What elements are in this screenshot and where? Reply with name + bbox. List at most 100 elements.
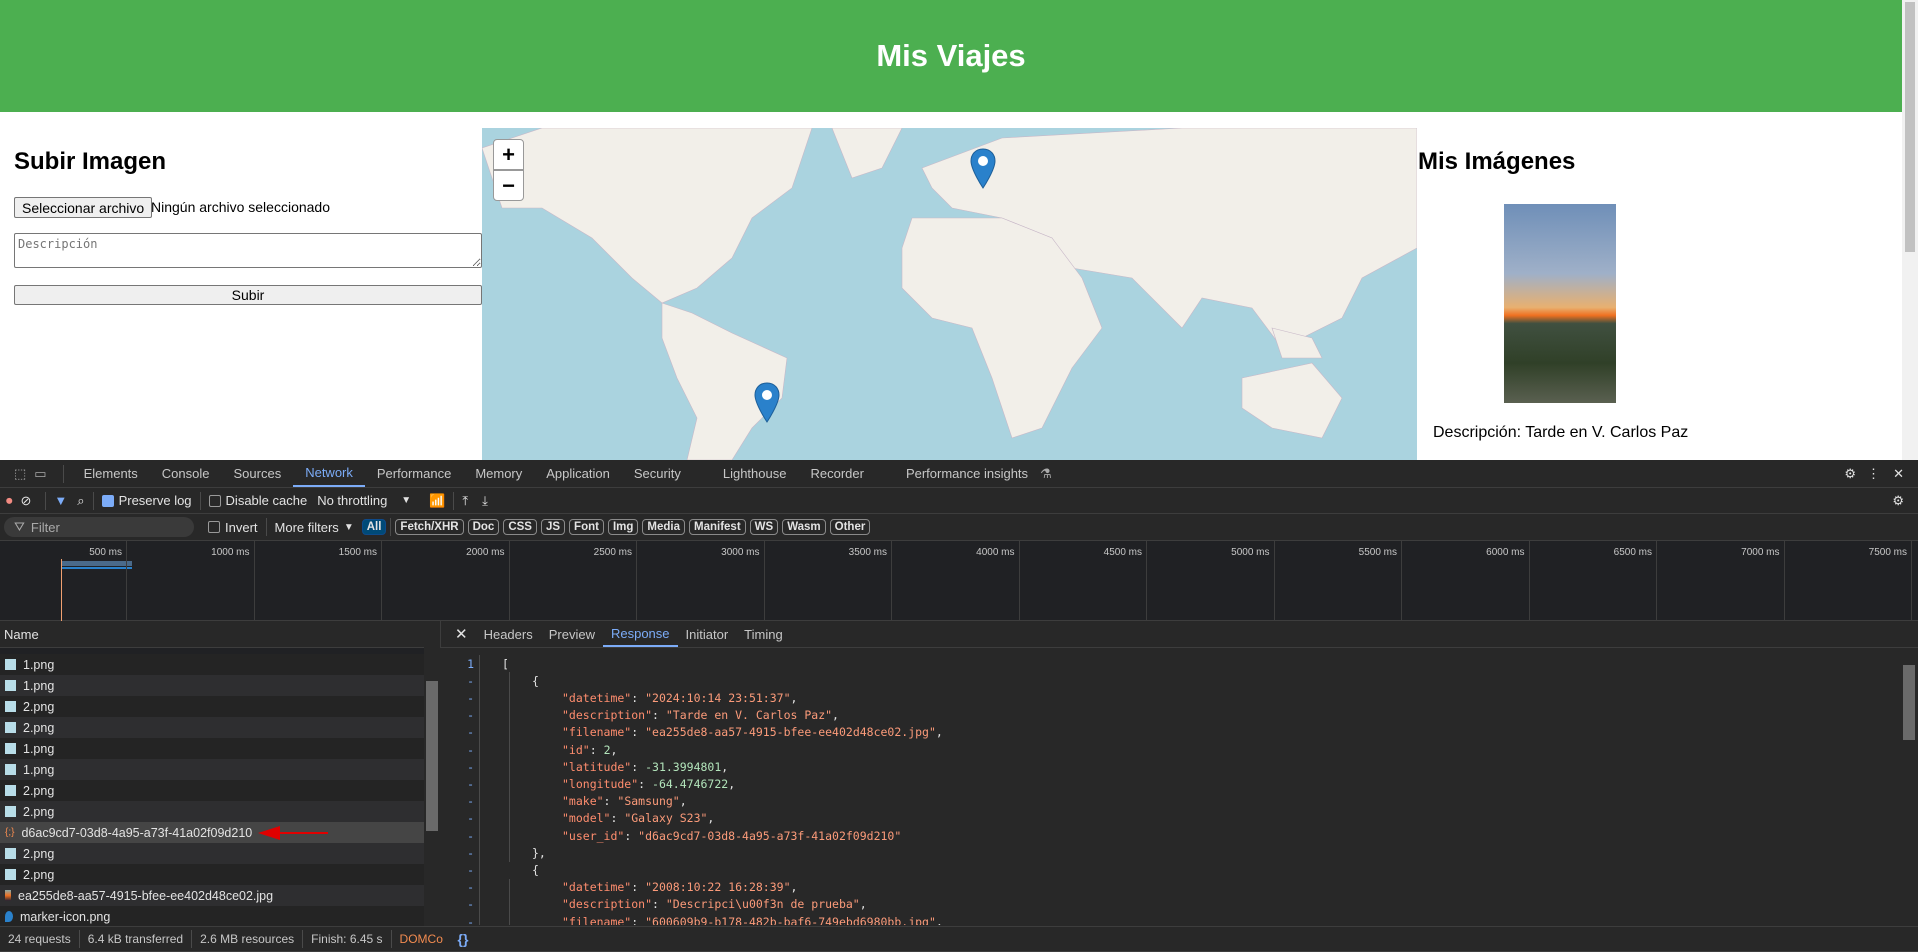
zoom-in-button[interactable]: + bbox=[493, 139, 524, 170]
tab-security[interactable]: Security bbox=[622, 460, 693, 487]
json-end: , bbox=[790, 690, 798, 705]
response-line: - "id": 2, bbox=[440, 741, 617, 758]
settings-icon[interactable]: ⚙ bbox=[1844, 466, 1856, 482]
devtools-panel: ⬚ ▭ Elements Console Sources Network Per… bbox=[0, 460, 1918, 952]
json-colon: : bbox=[631, 690, 646, 705]
filter-input[interactable]: ⛛ Filter bbox=[4, 517, 194, 537]
tab-memory[interactable]: Memory bbox=[463, 460, 534, 487]
response-viewer[interactable]: 1[-{- "datetime": "2024:10:14 23:51:37", -… bbox=[0, 655, 1918, 925]
clear-icon[interactable]: ⊘ bbox=[21, 493, 32, 509]
tab-application[interactable]: Application bbox=[534, 460, 622, 487]
map-marker-icon[interactable] bbox=[754, 382, 780, 424]
tab-recorder[interactable]: Recorder bbox=[798, 460, 875, 487]
indent-guide bbox=[509, 672, 510, 862]
export-har-icon[interactable]: ⤓ bbox=[482, 493, 488, 509]
timeline-gridline bbox=[1146, 541, 1147, 621]
page-title: Mis Viajes bbox=[876, 38, 1026, 73]
tab-lighthouse[interactable]: Lighthouse bbox=[711, 460, 799, 487]
name-column-header[interactable]: Name bbox=[0, 621, 424, 648]
network-settings-icon[interactable]: ⚙ bbox=[1892, 493, 1904, 509]
response-line: - "longitude": -64.4746722, bbox=[440, 775, 735, 792]
json-end: , bbox=[832, 708, 839, 723]
tab-sources[interactable]: Sources bbox=[222, 460, 294, 487]
type-filter-other[interactable]: Other bbox=[829, 519, 871, 535]
network-overview-timeline[interactable]: 500 ms 1000 ms 1500 ms 2000 ms 2500 ms 3000 m… bbox=[0, 541, 1918, 621]
json-colon: : bbox=[638, 776, 653, 791]
type-filter-img[interactable]: Img bbox=[607, 519, 639, 535]
description-input[interactable] bbox=[14, 233, 482, 268]
tab-elements[interactable]: Elements bbox=[72, 460, 150, 487]
line-number: - bbox=[467, 828, 474, 843]
preserve-log-checkbox[interactable] bbox=[101, 494, 114, 507]
timeline-gridline bbox=[636, 541, 637, 621]
type-filter-media[interactable]: Media bbox=[642, 519, 685, 535]
line-number: - bbox=[467, 690, 474, 705]
json-val: -64.4746722 bbox=[652, 776, 729, 791]
type-filter-fetch-xhr[interactable]: Fetch/XHR bbox=[395, 519, 464, 535]
tab-network[interactable]: Network bbox=[293, 460, 365, 487]
tab-timing[interactable]: Timing bbox=[736, 621, 791, 647]
close-detail-icon[interactable]: ✕ bbox=[455, 625, 468, 643]
tab-console[interactable]: Console bbox=[150, 460, 222, 487]
tab-response[interactable]: Response bbox=[602, 621, 678, 647]
request-count: 24 requests bbox=[8, 932, 71, 946]
json-val: "Descripci\u00f3n de prueba" bbox=[665, 897, 860, 912]
type-filter-wasm[interactable]: Wasm bbox=[782, 519, 826, 535]
record-icon[interactable]: ⏺ bbox=[6, 493, 13, 509]
json-key: "description" bbox=[562, 708, 653, 723]
timeline-gridline bbox=[891, 541, 892, 621]
json-end: , bbox=[728, 776, 736, 791]
submit-button[interactable]: Subir bbox=[14, 285, 482, 305]
line-number: - bbox=[467, 776, 474, 791]
response-line: - "datetime": "2024:10:14 23:51:37", bbox=[440, 689, 797, 706]
line-number: - bbox=[467, 725, 474, 740]
type-filter-manifest[interactable]: Manifest bbox=[689, 519, 746, 535]
json-colon: : bbox=[631, 880, 646, 895]
type-filter-all[interactable]: All bbox=[361, 519, 387, 535]
timeline-tick-label: 3000 ms bbox=[721, 547, 760, 558]
json-colon: : bbox=[603, 794, 618, 809]
filter-icon[interactable]: ▼ bbox=[54, 493, 67, 508]
invert-checkbox[interactable] bbox=[208, 521, 220, 533]
inspect-icon[interactable]: ⬚ bbox=[14, 466, 26, 482]
pretty-print-icon[interactable]: {} bbox=[458, 931, 469, 947]
more-icon[interactable]: ⋮ bbox=[1867, 466, 1880, 482]
network-conditions-icon[interactable]: 📶 bbox=[429, 493, 445, 509]
zoom-out-button[interactable]: − bbox=[493, 170, 524, 201]
page-scrollbar[interactable] bbox=[1902, 0, 1918, 460]
timeline-gridline bbox=[126, 541, 127, 621]
timeline-gridline bbox=[253, 541, 255, 621]
json-val: "2024:10:14 23:51:37" bbox=[645, 690, 791, 705]
tab-preview[interactable]: Preview bbox=[541, 621, 603, 647]
line-number: - bbox=[467, 708, 474, 723]
disable-cache-checkbox[interactable] bbox=[208, 494, 221, 507]
tab-performance-insights[interactable]: Performance insights bbox=[894, 460, 1040, 487]
tab-headers[interactable]: Headers bbox=[476, 621, 541, 647]
map-marker-icon[interactable] bbox=[970, 148, 996, 190]
type-filter-doc[interactable]: Doc bbox=[467, 519, 500, 535]
json-key: "id" bbox=[562, 742, 590, 757]
close-devtools-icon[interactable]: ✕ bbox=[1893, 466, 1904, 482]
response-line: - "description": "Descripci\u00f3n de pru… bbox=[440, 896, 867, 913]
response-scrollbar[interactable] bbox=[1900, 650, 1918, 926]
type-filter-js[interactable]: JS bbox=[540, 519, 566, 535]
response-line: 1[ bbox=[440, 655, 509, 672]
timeline-gridline bbox=[381, 541, 382, 621]
type-filter-css[interactable]: CSS bbox=[503, 519, 537, 535]
json-end: , bbox=[935, 914, 943, 925]
devtools-tab-bar: ⬚ ▭ Elements Console Sources Network Per… bbox=[0, 460, 1918, 488]
type-filter-font[interactable]: Font bbox=[569, 519, 604, 535]
timeline-tick-label: 3500 ms bbox=[848, 547, 887, 558]
tab-performance[interactable]: Performance bbox=[365, 460, 463, 487]
import-har-icon[interactable]: ⤒ bbox=[462, 493, 468, 509]
tab-initiator[interactable]: Initiator bbox=[678, 621, 737, 647]
search-icon[interactable]: ⌕ bbox=[77, 493, 84, 509]
json-colon: : bbox=[631, 914, 646, 925]
world-map[interactable]: + − bbox=[482, 128, 1417, 460]
device-toolbar-icon[interactable]: ▭ bbox=[34, 466, 46, 482]
file-select-button[interactable]: Seleccionar archivo bbox=[14, 197, 153, 218]
more-filters-dropdown[interactable]: More filters bbox=[275, 520, 339, 535]
throttling-select[interactable]: No throttling bbox=[317, 493, 387, 508]
gallery-image[interactable] bbox=[1504, 204, 1616, 403]
type-filter-ws[interactable]: WS bbox=[749, 519, 779, 535]
